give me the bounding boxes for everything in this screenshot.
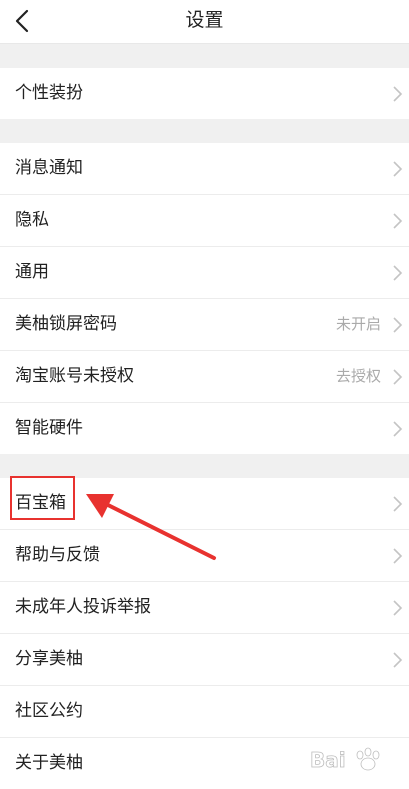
settings-item-label: 社区公约 <box>15 701 83 721</box>
annotation-arrow-icon <box>86 494 216 560</box>
section-gap <box>0 44 409 68</box>
settings-item-notifications[interactable]: 消息通知 <box>0 143 409 195</box>
watermark-text: Bai <box>310 748 346 772</box>
settings-item-label: 分享美柚 <box>15 649 83 669</box>
settings-item-label: 淘宝账号未授权 <box>15 366 134 386</box>
settings-item-label: 智能硬件 <box>15 418 83 438</box>
chevron-right-icon <box>393 652 403 668</box>
chevron-right-icon <box>393 265 403 281</box>
settings-item-minor-report[interactable]: 未成年人投诉举报 <box>0 582 409 634</box>
top-bar: 设置 <box>0 0 409 44</box>
chevron-right-icon <box>393 600 403 616</box>
chevron-right-icon <box>393 86 403 102</box>
settings-item-label: 美柚锁屏密码 <box>15 314 117 334</box>
settings-item-label: 消息通知 <box>15 158 83 178</box>
settings-item-status: 未开启 <box>335 315 381 333</box>
chevron-right-icon <box>393 496 403 512</box>
chevron-right-icon <box>393 369 403 385</box>
section-gap <box>0 454 409 478</box>
settings-item-community-rules[interactable]: 社区公约 <box>0 686 409 738</box>
settings-group-appearance: 个性装扮 <box>0 68 409 119</box>
chevron-right-icon <box>393 213 403 229</box>
settings-item-smart-hardware[interactable]: 智能硬件 <box>0 403 409 454</box>
section-gap <box>0 119 409 143</box>
chevron-right-icon <box>393 317 403 333</box>
settings-item-taobao-authorization[interactable]: 淘宝账号未授权 去授权 <box>0 351 409 403</box>
settings-item-general[interactable]: 通用 <box>0 247 409 299</box>
settings-item-personal-skin[interactable]: 个性装扮 <box>0 68 409 119</box>
settings-item-label: 关于美柚 <box>15 753 83 773</box>
chevron-right-icon <box>393 421 403 437</box>
settings-group-main: 消息通知 隐私 通用 美柚锁屏密码 未开启 淘宝账号未授权 去授权 智能硬件 <box>0 143 409 454</box>
settings-item-label: 未成年人投诉举报 <box>15 597 151 617</box>
settings-item-privacy[interactable]: 隐私 <box>0 195 409 247</box>
settings-item-status: 去授权 <box>335 367 381 385</box>
page-title: 设置 <box>185 9 224 31</box>
settings-item-label: 个性装扮 <box>15 83 83 103</box>
settings-item-share[interactable]: 分享美柚 <box>0 634 409 686</box>
settings-item-label: 隐私 <box>15 210 49 230</box>
chevron-right-icon <box>393 548 403 564</box>
settings-item-label: 通用 <box>15 262 49 282</box>
chevron-right-icon <box>393 161 403 177</box>
settings-item-lockscreen-password[interactable]: 美柚锁屏密码 未开启 <box>0 299 409 351</box>
baidu-watermark-logo: Bai <box>310 747 380 772</box>
annotation-highlight-box <box>10 476 75 520</box>
